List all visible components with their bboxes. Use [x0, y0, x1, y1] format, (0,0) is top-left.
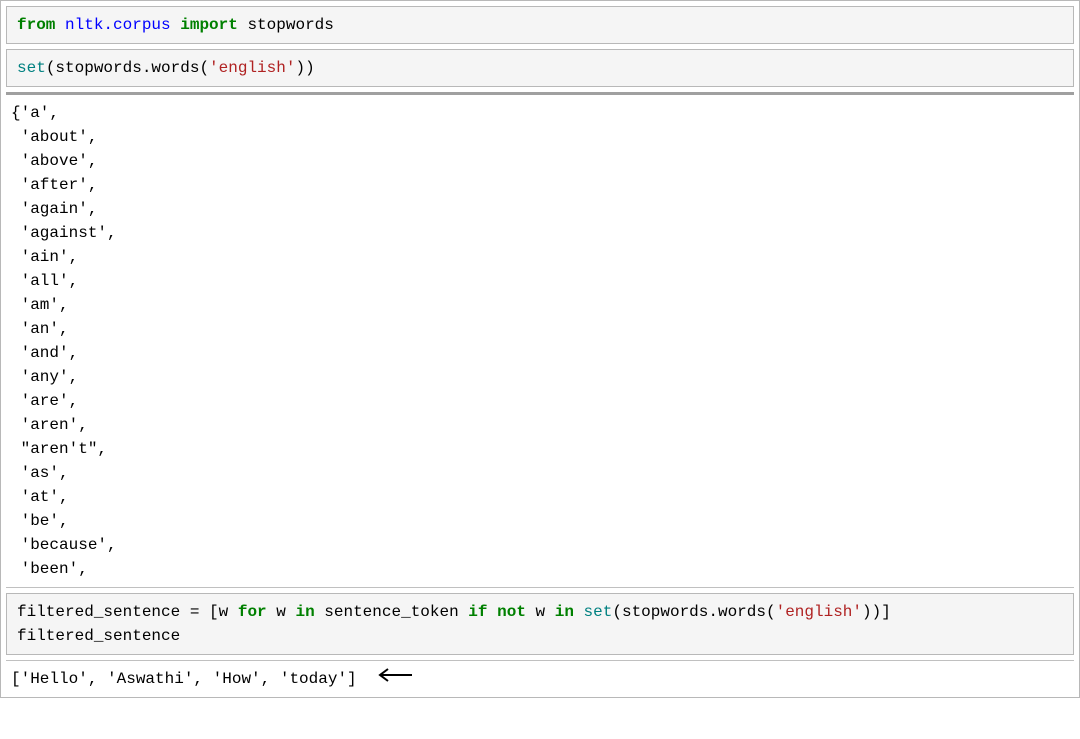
code-token: [574, 603, 584, 621]
code-cell-1[interactable]: from nltk.corpus import stopwords: [6, 6, 1074, 44]
output-cell-2: {'a', 'about', 'above', 'after', 'again'…: [1, 95, 1079, 587]
code-token: set: [584, 603, 613, 621]
code-token: 'english': [209, 59, 295, 77]
code-token: (stopwords.words(: [46, 59, 209, 77]
code-cell-3[interactable]: filtered_sentence = [w for w in sentence…: [6, 593, 1074, 655]
code-token: not: [497, 603, 526, 621]
code-token: [488, 603, 498, 621]
code-line: filtered_sentence = [w for w in sentence…: [17, 600, 1063, 648]
output-cell-3: ['Hello', 'Aswathi', 'How', 'today']: [1, 661, 1079, 697]
code-line: from nltk.corpus import stopwords: [17, 13, 1063, 37]
code-token: for: [238, 603, 267, 621]
code-token: from: [17, 16, 65, 34]
code-token: in: [555, 603, 574, 621]
code-token: nltk.corpus: [65, 16, 180, 34]
cell-separator-thin: [6, 587, 1074, 588]
notebook-container: from nltk.corpus import stopwords set(st…: [0, 0, 1080, 698]
code-token: w: [267, 603, 296, 621]
result-list: ['Hello', 'Aswathi', 'How', 'today']: [11, 670, 357, 688]
code-token: ))]: [862, 603, 891, 621]
code-token: w: [526, 603, 555, 621]
code-token: 'english': [776, 603, 862, 621]
code-token: )): [295, 59, 314, 77]
code-cell-2[interactable]: set(stopwords.words('english')): [6, 49, 1074, 87]
code-token: sentence_token: [315, 603, 469, 621]
code-token: filtered_sentence = [w: [17, 603, 238, 621]
code-token: in: [295, 603, 314, 621]
output-text: {'a', 'about', 'above', 'after', 'again'…: [11, 101, 1069, 581]
code-token: set: [17, 59, 46, 77]
code-line: set(stopwords.words('english')): [17, 56, 1063, 80]
code-token: (stopwords.words(: [612, 603, 775, 621]
code-token: import: [180, 16, 247, 34]
code-token: if: [468, 603, 487, 621]
code-token: stopwords: [247, 16, 333, 34]
output-text: ['Hello', 'Aswathi', 'How', 'today']: [11, 667, 1069, 691]
arrow-left-icon: [374, 667, 414, 691]
